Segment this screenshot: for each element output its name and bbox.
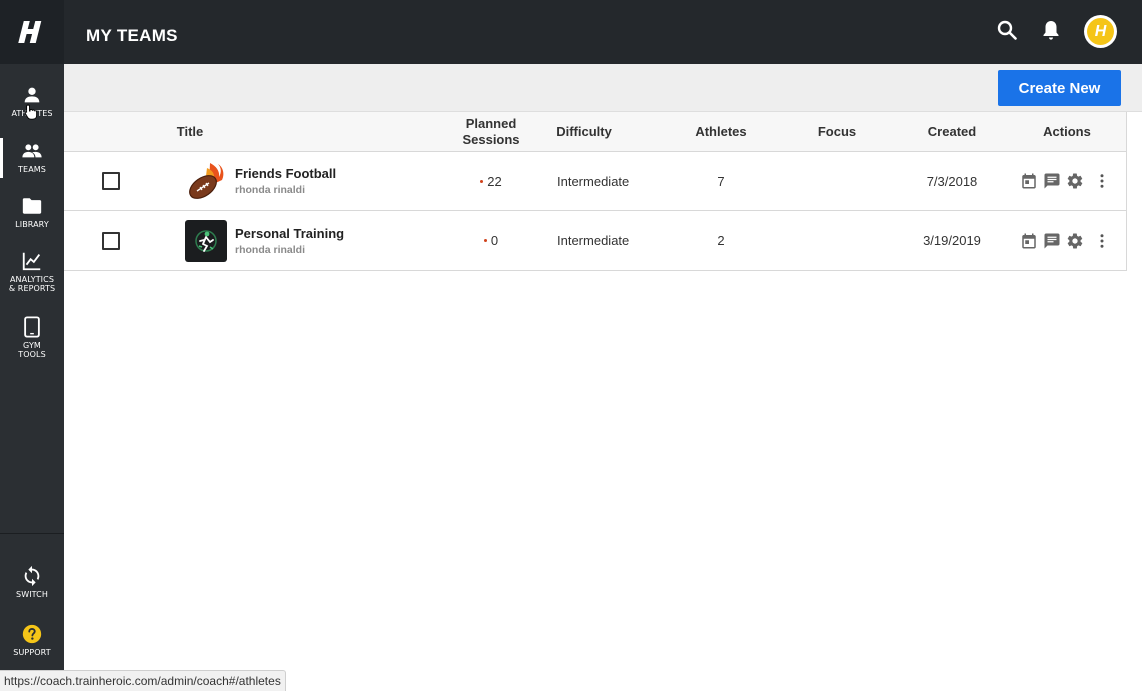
teams-table: Title Planned Sessions Difficulty Athlet… xyxy=(64,112,1127,271)
planned-sessions: 22 xyxy=(487,173,502,189)
difficulty: Intermediate xyxy=(557,173,630,189)
help-icon xyxy=(22,624,42,644)
logo[interactable] xyxy=(0,0,64,64)
sync-icon xyxy=(24,565,40,587)
message-icon[interactable] xyxy=(1043,232,1061,250)
created-date: 7/3/2018 xyxy=(926,173,978,189)
team-name[interactable]: Personal Training xyxy=(235,226,344,241)
sidebar-item-label: TEAMS xyxy=(18,165,46,174)
column-header-label: Sessions xyxy=(462,132,520,147)
planned-sessions: 0 xyxy=(490,233,499,248)
status-bar-url: https://coach.trainheroic.com/admin/coac… xyxy=(0,670,286,691)
avatar[interactable]: H xyxy=(1084,15,1117,48)
folder-icon xyxy=(22,198,42,214)
football-flame-icon xyxy=(189,163,224,199)
line-chart-icon xyxy=(22,252,41,271)
avatar-badge: H xyxy=(1087,18,1114,45)
page-title: MY TEAMS xyxy=(86,26,178,45)
gear-icon[interactable] xyxy=(1066,172,1084,190)
person-icon xyxy=(24,87,40,103)
sidebar-item-analytics[interactable]: ANALYTICS & REPORTS xyxy=(0,250,64,293)
message-icon[interactable] xyxy=(1043,172,1061,190)
sidebar-item-support[interactable]: SUPPORT xyxy=(0,623,64,657)
more-vert-icon[interactable] xyxy=(1093,172,1111,190)
sidebar: ATHLETES TEAMS LIBRARY ANALYTICS & REPOR… xyxy=(0,0,64,691)
sidebar-item-label: & REPORTS xyxy=(8,284,56,293)
calendar-icon[interactable] xyxy=(1020,172,1038,190)
session-dot xyxy=(480,179,484,183)
runner-emblem-icon xyxy=(195,229,217,252)
table-row[interactable]: Friends Football rhonda rinaldi 22 Inter… xyxy=(64,152,1127,211)
row-checkbox[interactable] xyxy=(102,231,120,250)
sidebar-item-label: ANALYTICS xyxy=(9,275,55,284)
athletes-count: 2 xyxy=(717,233,725,248)
column-header-title[interactable]: Title xyxy=(160,112,220,152)
sidebar-item-label: SWITCH xyxy=(16,590,48,599)
athletes-count: 7 xyxy=(717,173,725,189)
focus xyxy=(802,211,872,270)
sidebar-item-switch[interactable]: SWITCH xyxy=(0,565,64,599)
focus xyxy=(802,152,872,210)
calendar-icon[interactable] xyxy=(1020,232,1038,250)
column-header-actions: Actions xyxy=(1043,124,1091,139)
session-dot xyxy=(483,239,487,242)
sidebar-item-gym-tools[interactable]: GYM TOOLS xyxy=(0,316,64,359)
gear-icon[interactable] xyxy=(1066,232,1084,250)
trainheroic-logo-icon xyxy=(18,21,42,43)
column-header-focus[interactable]: Focus xyxy=(802,112,872,152)
tablet-icon xyxy=(24,316,40,338)
sidebar-item-label: SUPPORT xyxy=(13,648,51,657)
table-right-border xyxy=(1126,112,1127,270)
sidebar-item-library[interactable]: LIBRARY xyxy=(0,195,64,229)
sidebar-item-label: GYM xyxy=(23,341,41,350)
difficulty: Intermediate xyxy=(557,233,630,248)
team-owner: rhonda rinaldi xyxy=(235,243,306,256)
table-row[interactable]: Personal Training rhonda rinaldi 0 Inter… xyxy=(64,211,1127,271)
column-header-created[interactable]: Created xyxy=(912,112,992,152)
toolbar: Create New xyxy=(64,64,1142,112)
sidebar-divider xyxy=(0,533,64,534)
sidebar-item-label: LIBRARY xyxy=(15,220,49,229)
column-header-planned-sessions[interactable]: Planned Sessions xyxy=(451,112,531,152)
sidebar-item-label: TOOLS xyxy=(18,350,46,359)
team-name[interactable]: Friends Football xyxy=(235,166,336,181)
column-header-athletes[interactable]: Athletes xyxy=(681,112,761,152)
avatar-letter: H xyxy=(1094,22,1107,40)
create-new-button[interactable]: Create New xyxy=(998,70,1121,106)
hand-cursor-icon xyxy=(24,104,38,120)
search-icon[interactable] xyxy=(995,18,1019,42)
group-icon xyxy=(22,144,42,158)
team-thumbnail xyxy=(185,160,227,202)
team-owner: rhonda rinaldi xyxy=(235,184,306,196)
sidebar-item-teams[interactable]: TEAMS xyxy=(0,138,64,178)
bell-icon[interactable] xyxy=(1039,18,1063,42)
row-checkbox[interactable] xyxy=(102,172,120,190)
column-header-difficulty[interactable]: Difficulty xyxy=(544,112,624,152)
more-vert-icon[interactable] xyxy=(1093,232,1111,250)
sidebar-item-athletes[interactable]: ATHLETES xyxy=(0,84,64,120)
team-thumbnail xyxy=(185,219,227,262)
top-bar: MY TEAMS H xyxy=(64,0,1142,64)
created-date: 3/19/2019 xyxy=(923,233,981,248)
column-header-label: Planned xyxy=(465,116,517,131)
table-header: Title Planned Sessions Difficulty Athlet… xyxy=(64,112,1127,152)
